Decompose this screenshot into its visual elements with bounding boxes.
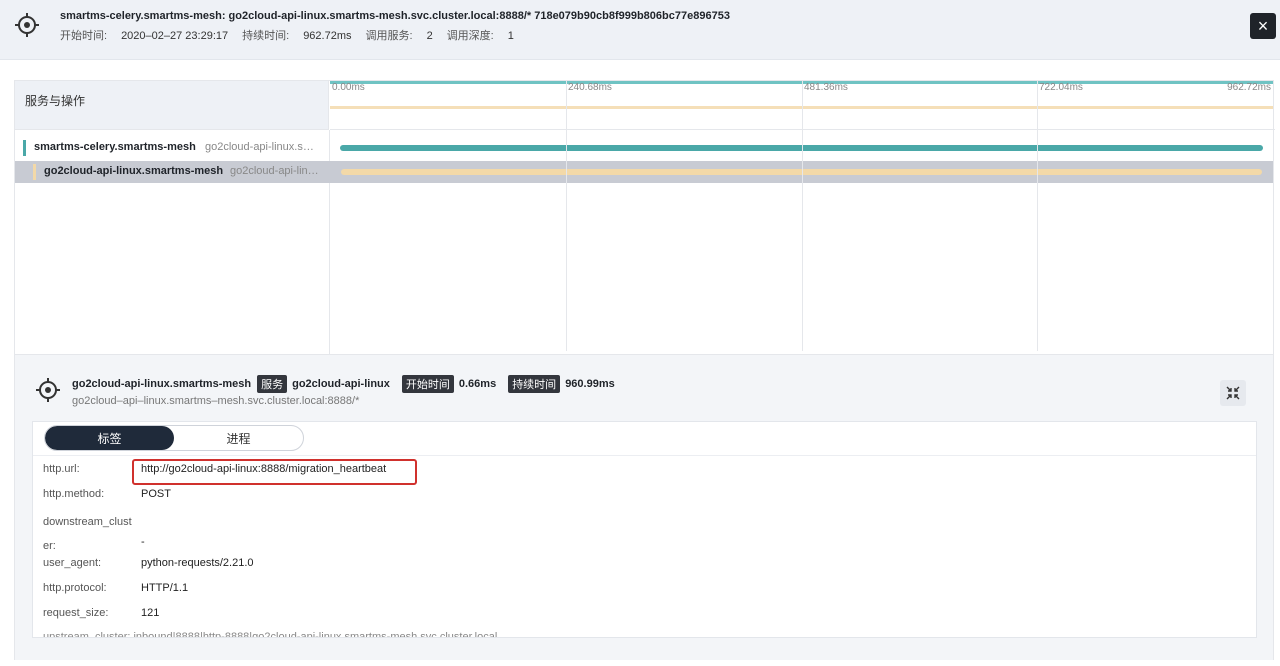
tag-value: POST [141, 488, 171, 500]
crosshair-icon [36, 378, 60, 402]
span-operation: go2cloud-api-linux.s… [205, 141, 314, 153]
service-operation-header: 服务与操作 [15, 81, 329, 130]
tag-value: HTTP/1.1 [141, 582, 189, 594]
tag-key: user_agent: [43, 557, 102, 569]
trace-title: smartms-celery.smartms-mesh: go2cloud-ap… [60, 10, 730, 22]
depth-label: 调用深度: [446, 30, 494, 42]
start-chip: 开始时间 [401, 375, 454, 393]
trace-panel: 服务与操作 smartms-celery.smartms-mesh go2clo… [14, 80, 1275, 660]
span-detail-title: go2cloud-api-linux.smartms-mesh 服务 go2cl… [72, 375, 615, 393]
tag-value: 121 [141, 607, 160, 619]
tags-card: 标签 进程 http.url: http://go2cloud-api-linu… [32, 421, 1257, 638]
duration-label: 持续时间: [242, 30, 290, 42]
close-button[interactable]: × [1250, 13, 1276, 39]
crosshair-icon [15, 13, 39, 37]
close-icon: × [1257, 15, 1269, 36]
highlight-box [132, 459, 417, 485]
tag-key: http.protocol: [43, 582, 107, 594]
span-color-indicator [33, 164, 36, 180]
tag-value: python-requests/2.21.0 [141, 557, 254, 569]
span-operation: go2cloud-api-lin… [230, 165, 319, 177]
trace-meta: 开始时间: 2020–02–27 23:29:17 持续时间: 962.72ms 调用服… [60, 27, 528, 43]
span-detail: go2cloud-api-linux.smartms-mesh 服务 go2cl… [15, 354, 1273, 660]
start-label: 开始时间: [60, 30, 108, 42]
span-row[interactable]: smartms-celery.smartms-mesh go2cloud-api… [15, 137, 1273, 159]
timeline-gridline [802, 81, 803, 351]
duration-value: 962.72ms [303, 30, 352, 42]
detail-tabs: 标签 进程 [44, 425, 304, 451]
detail-service-value: go2cloud-api-linux [292, 378, 390, 390]
timeline-tick-label: 481.36ms [804, 82, 848, 93]
span-detail-subtitle: go2cloud–api–linux.smartms–mesh.svc.clus… [72, 395, 360, 407]
detail-start-value: 0.66ms [458, 378, 497, 390]
span-color-indicator [23, 140, 26, 156]
tag-value: - [141, 536, 145, 548]
tab-process[interactable]: 进程 [174, 426, 303, 450]
depth-value: 1 [507, 30, 514, 42]
tag-key: request_size: [43, 607, 109, 619]
tag-key: http.url: [43, 463, 80, 475]
detail-duration-value: 960.99ms [565, 378, 615, 390]
timeline-tick-label: 962.72ms [1227, 82, 1271, 93]
span-row-selected[interactable]: go2cloud-api-linux.smartms-mesh go2cloud… [15, 161, 1273, 183]
services-value: 2 [426, 30, 433, 42]
detail-service-name: go2cloud-api-linux.smartms-mesh [72, 378, 252, 390]
collapse-icon [1226, 386, 1240, 400]
collapse-button[interactable] [1220, 380, 1246, 406]
trace-header: smartms-celery.smartms-mesh: go2cloud-ap… [0, 0, 1280, 60]
timeline-gridline [566, 81, 567, 351]
span-service: go2cloud-api-linux.smartms-mesh [44, 165, 224, 177]
services-label: 调用服务: [365, 30, 413, 42]
service-chip: 服务 [257, 375, 288, 393]
timeline-tick-label: 0.00ms [332, 82, 365, 93]
span-service: smartms-celery.smartms-mesh [34, 141, 196, 153]
tab-tags[interactable]: 标签 [45, 426, 174, 450]
duration-chip: 持续时间 [508, 375, 561, 393]
tag-key: http.method: [43, 488, 105, 500]
tag-key: downstream_clust er: [43, 516, 132, 552]
timeline-tick-label: 722.04ms [1039, 82, 1083, 93]
tag-row-cut: upstream_cluster: inbound|8888|http-8888… [43, 631, 498, 637]
timeline-gridline [1037, 81, 1038, 351]
start-value: 2020–02–27 23:29:17 [121, 30, 229, 42]
timeline-tick-label: 240.68ms [568, 82, 612, 93]
divider [33, 455, 1256, 456]
service-operation-label: 服务与操作 [25, 94, 86, 108]
